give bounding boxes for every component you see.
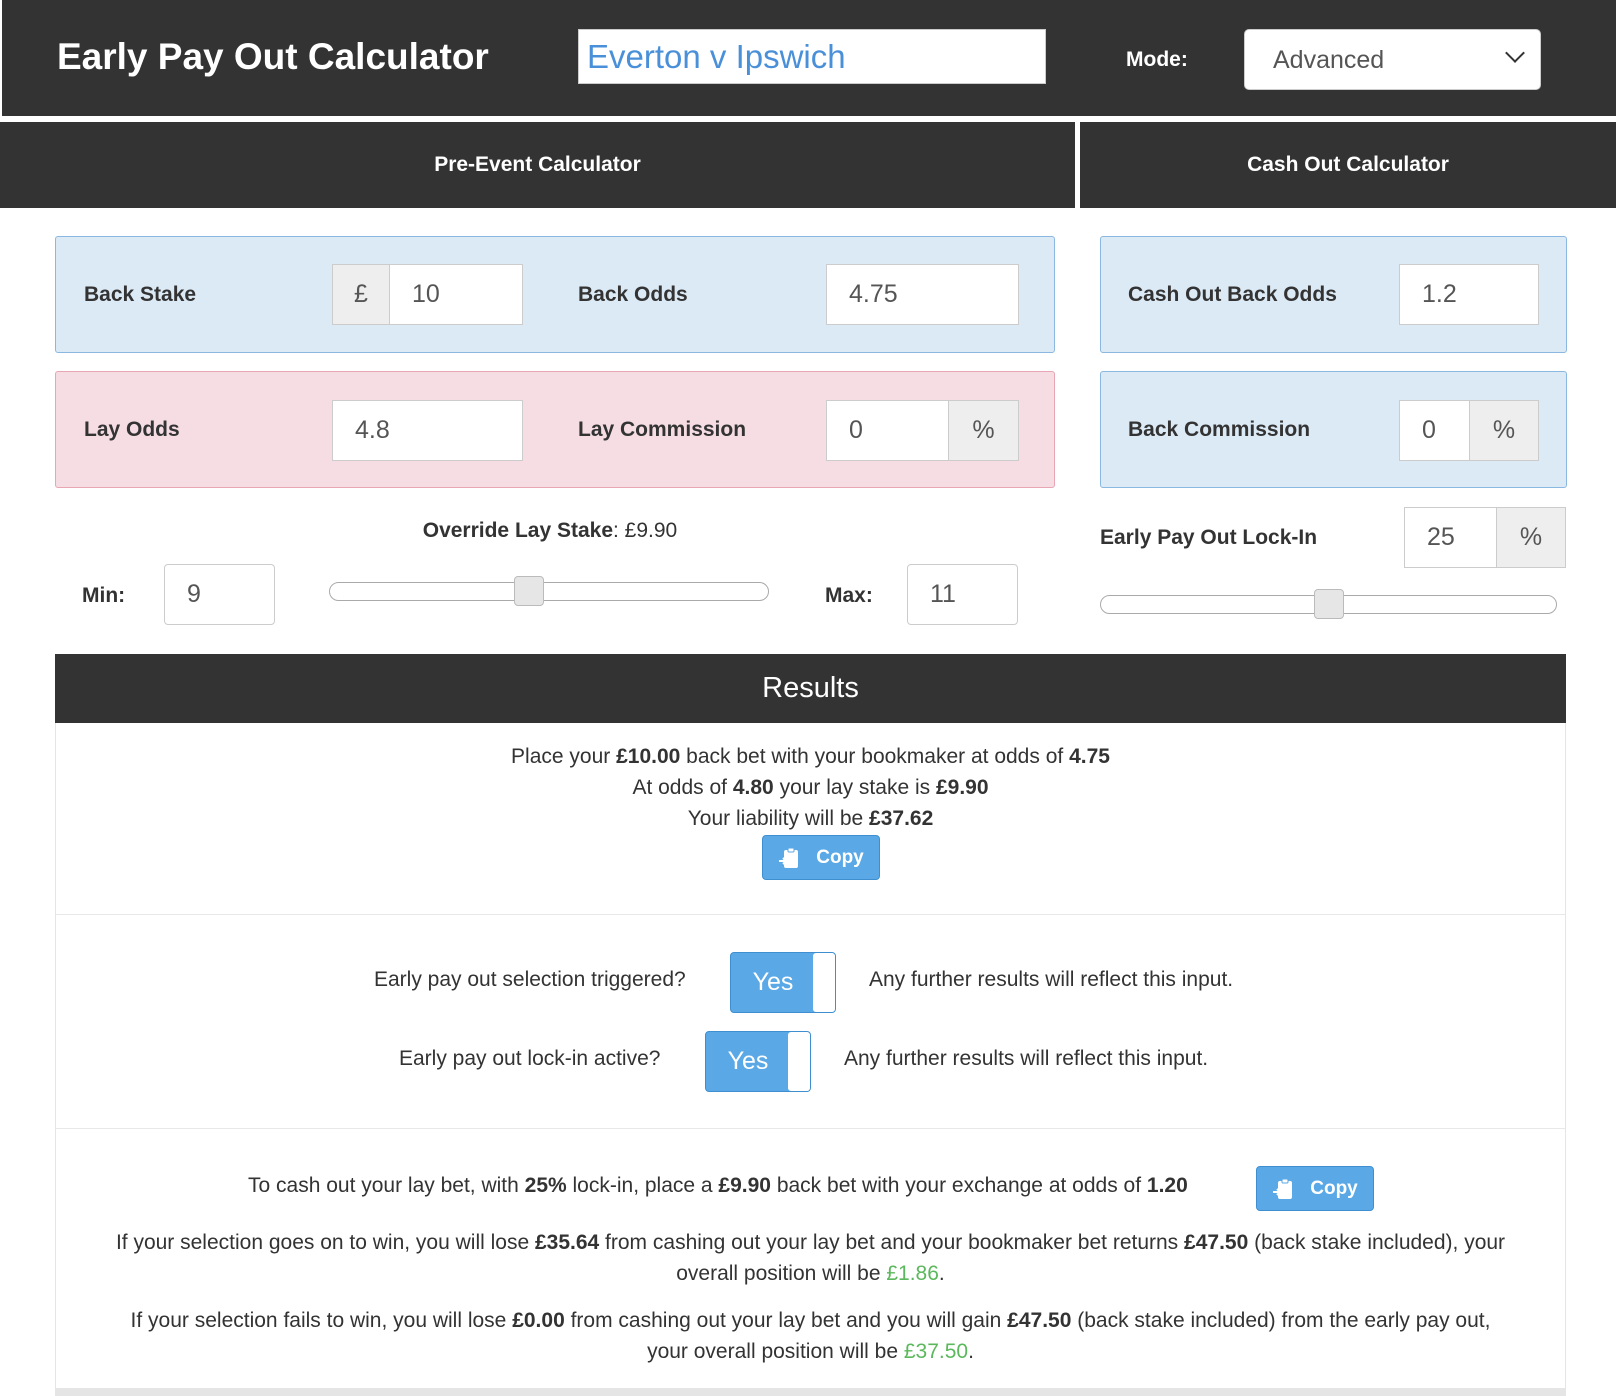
- percent-addon: %: [1496, 507, 1566, 568]
- currency-addon: £: [332, 264, 390, 325]
- q1-note: Any further results will reflect this in…: [869, 968, 1234, 991]
- mode-label: Mode:: [1126, 48, 1188, 71]
- tab-cash-out[interactable]: Cash Out Calculator: [1080, 122, 1616, 208]
- back-stake-input[interactable]: 10: [389, 264, 523, 325]
- cash-out-back-odds-input[interactable]: 1.2: [1399, 264, 1539, 325]
- override-lay-stake: Override Lay Stake: £9.90: [0, 519, 1100, 543]
- lockin-active-toggle[interactable]: Yes: [705, 1031, 811, 1092]
- win-overall-position: £1.86: [886, 1262, 939, 1285]
- top-bar: Early Pay Out Calculator Mode: Advanced: [0, 0, 1616, 116]
- q-selection-triggered: Early pay out selection triggered?: [374, 968, 686, 991]
- back-bet-panel: Back Stake £ 10 Back Odds 4.75: [55, 236, 1055, 353]
- lockin-input[interactable]: 25: [1404, 507, 1497, 568]
- max-label: Max:: [825, 584, 873, 607]
- lay-bet-panel: Lay Odds 4.8 Lay Commission 0 %: [55, 371, 1055, 488]
- event-name-input[interactable]: [578, 29, 1046, 84]
- result-line-win: If your selection goes on to win, you wi…: [115, 1231, 1506, 1254]
- q2-note: Any further results will reflect this in…: [844, 1047, 1209, 1070]
- clipboard-icon: [1273, 1178, 1293, 1199]
- result-line-lose: If your selection fails to win, you will…: [130, 1309, 1491, 1332]
- back-stake-label: Back Stake: [84, 283, 197, 306]
- lay-stake-slider-handle[interactable]: [513, 576, 544, 606]
- copy-button[interactable]: Copy: [1256, 1166, 1374, 1211]
- override-label: Override Lay Stake: [422, 519, 614, 542]
- min-input[interactable]: 9: [164, 564, 275, 625]
- results-header: Results: [55, 654, 1566, 723]
- clipboard-icon: [779, 847, 799, 868]
- mode-select-value: Advanced: [1273, 46, 1385, 74]
- back-commission-input[interactable]: 0: [1399, 400, 1470, 461]
- cash-out-back-odds-label: Cash Out Back Odds: [1128, 283, 1337, 306]
- mode-select[interactable]: Advanced: [1244, 29, 1541, 90]
- lay-commission-input[interactable]: 0: [826, 400, 949, 461]
- result-line-liability: Your liability will be £37.62: [687, 807, 934, 830]
- back-odds-label: Back Odds: [578, 283, 688, 306]
- min-label: Min:: [82, 584, 126, 607]
- q-lockin-active: Early pay out lock-in active?: [399, 1047, 661, 1070]
- result-line-win-overall: overall position will be £1.86.: [676, 1262, 945, 1285]
- lay-odds-input[interactable]: 4.8: [332, 400, 523, 461]
- chevron-down-icon: [1505, 43, 1525, 63]
- results-bottom-border: [55, 1388, 1566, 1396]
- result-line-cash-out: To cash out your lay bet, with 25% lock-…: [248, 1174, 1188, 1197]
- lay-stake-slider[interactable]: [329, 582, 769, 601]
- divider: [56, 1128, 1565, 1129]
- copy-button[interactable]: Copy: [762, 835, 880, 880]
- back-commission-panel: Back Commission 0 %: [1100, 371, 1567, 488]
- divider: [56, 914, 1565, 915]
- result-line-lay-stake: At odds of 4.80 your lay stake is £9.90: [632, 776, 989, 799]
- max-input[interactable]: 11: [907, 564, 1018, 625]
- override-value: : £9.90: [613, 519, 678, 542]
- tab-pre-event[interactable]: Pre-Event Calculator: [0, 122, 1075, 208]
- cash-out-odds-panel: Cash Out Back Odds 1.2: [1100, 236, 1567, 353]
- lockin-label: Early Pay Out Lock-In: [1100, 526, 1318, 549]
- selection-triggered-toggle[interactable]: Yes: [730, 952, 836, 1013]
- result-line-back-bet: Place your £10.00 back bet with your boo…: [511, 745, 1110, 768]
- lay-odds-label: Lay Odds: [84, 418, 180, 441]
- lay-commission-label: Lay Commission: [578, 418, 747, 441]
- app-title: Early Pay Out Calculator: [57, 36, 489, 77]
- percent-addon: %: [1469, 400, 1539, 461]
- back-odds-input[interactable]: 4.75: [826, 264, 1019, 325]
- result-line-lose-overall: your overall position will be £37.50.: [647, 1340, 974, 1363]
- lockin-slider-handle[interactable]: [1313, 589, 1344, 619]
- percent-addon: %: [948, 400, 1019, 461]
- back-commission-label: Back Commission: [1128, 418, 1311, 441]
- results-panel: Place your £10.00 back bet with your boo…: [55, 723, 1566, 1396]
- lose-overall-position: £37.50: [903, 1340, 969, 1363]
